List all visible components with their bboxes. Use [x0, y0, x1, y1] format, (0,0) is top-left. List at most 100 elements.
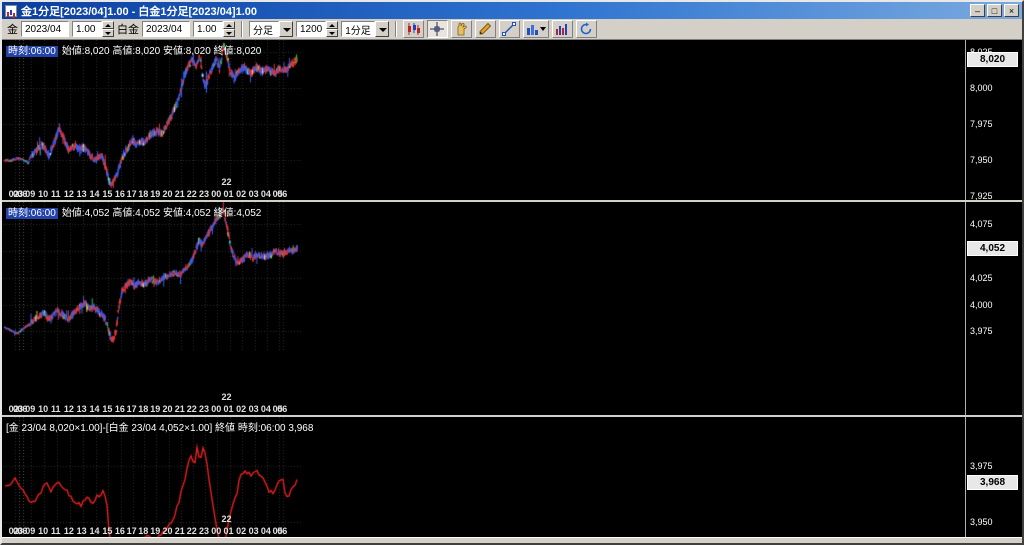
gold-contract-field[interactable]: 2023/04	[21, 21, 69, 37]
bar-count-spinner: 1200	[296, 21, 338, 37]
app-window: 金1分足[2023/04]1.00 - 白金1分足[2023/04]1.00 –…	[0, 0, 1024, 545]
gold-ohlc-readout: 時刻:06:00 始値:8,020 高値:8,020 安値:8,020 終値:8,…	[6, 42, 261, 57]
refresh-button[interactable]	[576, 20, 597, 38]
time-label: 23	[199, 526, 209, 536]
platinum-label: 白金	[117, 21, 139, 37]
time-label: 04	[261, 189, 271, 199]
app-icon	[5, 5, 17, 17]
platinum-chart-panel: 時刻:06:00 始値:4,052 高値:4,052 安値:4,052 終値:4,…	[2, 202, 1022, 415]
platinum-multiplier-up-button[interactable]	[223, 21, 235, 29]
platinum-multiplier-down-button[interactable]	[223, 29, 235, 37]
time-label: 17	[127, 404, 137, 414]
gold-time-readout: 時刻:06:00	[6, 46, 58, 57]
date-label: 22	[222, 392, 232, 402]
crosshair-button[interactable]	[427, 20, 448, 38]
time-label: 03	[249, 404, 259, 414]
gold-multiplier-down-button[interactable]	[102, 29, 114, 37]
gold-price-axis: 8,0258,0007,9757,9507,9258,020	[965, 40, 1022, 200]
indicator-menu-button[interactable]	[523, 20, 549, 38]
time-label: 21	[175, 526, 185, 536]
time-label: 22	[187, 189, 197, 199]
time-label: 15	[102, 404, 112, 414]
time-label: 16	[115, 404, 125, 414]
platinum-time-readout: 時刻:06:00	[6, 208, 58, 219]
time-label: 02	[236, 526, 246, 536]
platinum-ohlc-readout: 時刻:06:00 始値:4,052 高値:4,052 安値:4,052 終値:4,…	[6, 204, 261, 219]
gold-multiplier-up-button[interactable]	[102, 21, 114, 29]
time-label: 13	[77, 404, 87, 414]
price-tick-label: 3,975	[970, 461, 993, 471]
spread-chart-canvas[interactable]	[3, 417, 303, 537]
time-label: 04	[261, 404, 271, 414]
period-dropdown[interactable]: 分足	[249, 21, 293, 37]
hand-button[interactable]	[451, 20, 472, 38]
pencil-button[interactable]	[475, 20, 496, 38]
histogram-button[interactable]	[552, 20, 573, 38]
platinum-multiplier-spinner: 1.00	[193, 21, 235, 37]
time-label: 03	[249, 189, 259, 199]
gold-multiplier-value[interactable]: 1.00	[72, 21, 102, 37]
time-label: 12	[64, 189, 74, 199]
title-bar: 金1分足[2023/04]1.00 - 白金1分足[2023/04]1.00 –…	[2, 2, 1022, 19]
platinum-time-axis: 0203060910111213141516171819202122230001…	[3, 403, 965, 415]
price-tick-label: 3,950	[970, 517, 993, 527]
gold-time-axis: 0203060910111213141516171819202122230001…	[3, 188, 965, 200]
trendline-button[interactable]	[499, 20, 520, 38]
period-value: 分足	[249, 21, 279, 37]
hand-icon	[454, 22, 468, 36]
time-label: 21	[175, 189, 185, 199]
price-tick-label: 8,000	[970, 83, 993, 93]
toolbar-separator	[241, 21, 243, 37]
gold-chart-canvas[interactable]	[3, 40, 303, 190]
platinum-contract-field[interactable]: 2023/04	[142, 21, 190, 37]
time-label: 23	[199, 404, 209, 414]
time-label: 19	[150, 526, 160, 536]
close-button[interactable]: ×	[1004, 4, 1019, 17]
crosshair-icon	[430, 22, 444, 36]
maximize-button[interactable]: □	[987, 4, 1002, 17]
spread-price-axis: 3,9753,9503,968	[965, 417, 1022, 537]
time-label: 13	[77, 189, 87, 199]
time-label: 12	[64, 526, 74, 536]
platinum-multiplier-value[interactable]: 1.00	[193, 21, 223, 37]
time-label: 20	[163, 404, 173, 414]
bar-count-down-button[interactable]	[326, 29, 338, 37]
bar-count-value[interactable]: 1200	[296, 21, 326, 37]
time-label: 20	[163, 189, 173, 199]
toolbar: 金 2023/04 1.00 白金 2023/04 1.00 分足 1200	[2, 19, 1022, 40]
window-controls: – □ ×	[970, 4, 1019, 17]
histogram-icon	[555, 22, 569, 36]
time-label: 01	[224, 189, 234, 199]
time-label: 22	[187, 526, 197, 536]
time-label: 09	[25, 189, 35, 199]
minimize-button[interactable]: –	[970, 4, 985, 17]
date-label: 22	[222, 514, 232, 524]
time-label: 14	[90, 526, 100, 536]
time-label: 00	[211, 404, 221, 414]
time-label: 04	[261, 526, 271, 536]
gold-chart-panel: 時刻:06:00 始値:8,020 高値:8,020 安値:8,020 終値:8,…	[2, 40, 1022, 200]
price-tick-label: 7,950	[970, 155, 993, 165]
time-label: 18	[138, 404, 148, 414]
interval-dropdown-arrow[interactable]	[375, 21, 389, 37]
refresh-icon	[579, 22, 593, 36]
pencil-icon	[478, 22, 492, 36]
date-label: 22	[222, 177, 232, 187]
platinum-ohlc-values: 始値:4,052 高値:4,052 安値:4,052 終値:4,052	[62, 208, 262, 219]
time-label: 03	[249, 526, 259, 536]
platinum-chart-canvas[interactable]	[3, 202, 303, 352]
price-tick-label: 4,000	[970, 300, 993, 310]
interval-dropdown[interactable]: 1分足	[341, 21, 389, 37]
candlestick-chart-button[interactable]	[403, 20, 424, 38]
gold-ohlc-values: 始値:8,020 高値:8,020 安値:8,020 終値:8,020	[62, 46, 262, 57]
bar-count-up-button[interactable]	[326, 21, 338, 29]
time-label: 18	[138, 189, 148, 199]
time-label: 12	[64, 404, 74, 414]
time-label: 06	[277, 404, 287, 414]
time-label: 13	[77, 526, 87, 536]
candlestick-chart-icon	[406, 22, 420, 36]
price-tick-label: 7,975	[970, 119, 993, 129]
time-label: 17	[127, 526, 137, 536]
platinum-price-axis: 4,0754,0504,0254,0003,9754,052	[965, 202, 1022, 415]
period-dropdown-arrow[interactable]	[279, 21, 293, 37]
